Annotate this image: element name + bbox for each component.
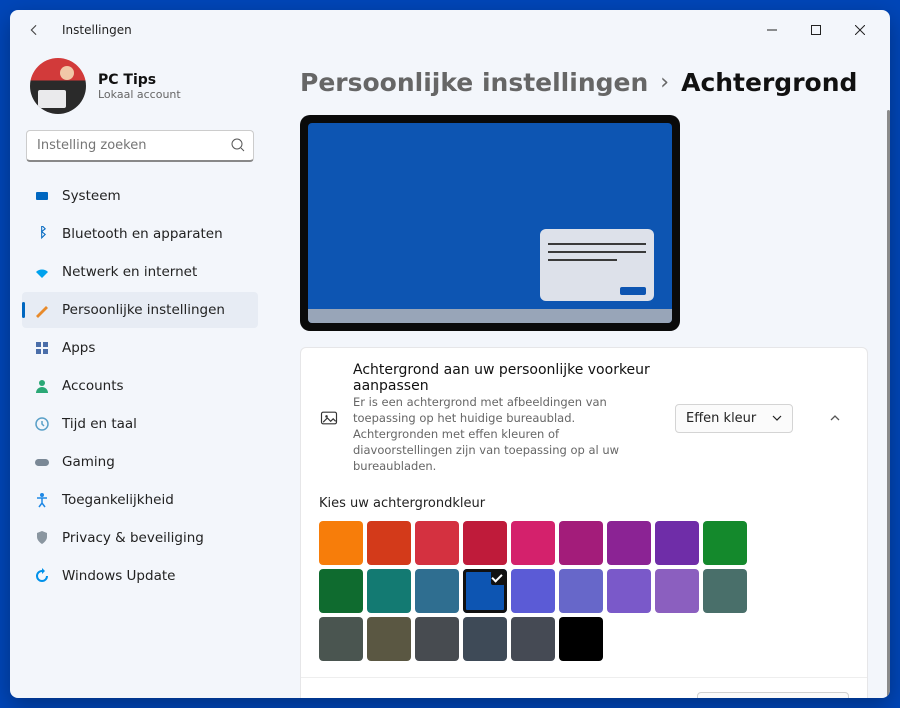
chevron-down-icon <box>772 413 782 423</box>
sidebar-item-label: Windows Update <box>62 568 175 584</box>
breadcrumb: Persoonlijke instellingen › Achtergrond <box>300 50 868 107</box>
sidebar-item-bluetooth[interactable]: Bluetooth en apparaten <box>22 216 258 252</box>
color-swatch[interactable] <box>415 521 459 565</box>
sidebar-item-time[interactable]: Tijd en taal <box>22 406 258 442</box>
sidebar-item-label: Bluetooth en apparaten <box>62 226 223 242</box>
color-swatch[interactable] <box>319 617 363 661</box>
gaming-icon <box>34 454 50 470</box>
avatar <box>30 58 86 114</box>
accessibility-icon <box>34 492 50 508</box>
color-swatch[interactable] <box>559 521 603 565</box>
color-swatch[interactable] <box>463 569 507 613</box>
sidebar: PC Tips Lokaal account Systeem Bluetooth … <box>10 50 270 698</box>
sidebar-item-label: Toegankelijkheid <box>62 492 174 508</box>
sidebar-item-network[interactable]: Netwerk en internet <box>22 254 258 290</box>
sidebar-item-system[interactable]: Systeem <box>22 178 258 214</box>
sidebar-item-update[interactable]: Windows Update <box>22 558 258 594</box>
color-swatch[interactable] <box>511 569 555 613</box>
sidebar-item-label: Accounts <box>62 378 124 394</box>
sidebar-item-label: Privacy & beveiliging <box>62 530 204 546</box>
titlebar: Instellingen <box>10 10 890 50</box>
back-button[interactable] <box>18 14 50 46</box>
system-icon <box>34 188 50 204</box>
minimize-icon <box>767 25 777 35</box>
maximize-button[interactable] <box>794 14 838 46</box>
bluetooth-icon <box>34 226 50 242</box>
color-swatch[interactable] <box>319 569 363 613</box>
color-section-label: Kies uw achtergrondkleur <box>301 488 867 517</box>
chevron-up-icon <box>829 412 841 424</box>
sidebar-item-label: Netwerk en internet <box>62 264 197 280</box>
desktop-preview <box>300 115 680 331</box>
sidebar-item-accounts[interactable]: Accounts <box>22 368 258 404</box>
color-swatch[interactable] <box>415 569 459 613</box>
show-colors-button[interactable]: Kleuren weergeven <box>697 692 849 698</box>
color-swatch[interactable] <box>703 569 747 613</box>
preview-window-icon <box>540 229 654 301</box>
close-icon <box>855 25 865 35</box>
picture-icon <box>319 408 339 428</box>
color-swatch[interactable] <box>607 521 651 565</box>
sidebar-item-label: Apps <box>62 340 95 356</box>
time-icon <box>34 416 50 432</box>
nav-list: Systeem Bluetooth en apparaten Netwerk en … <box>22 178 258 594</box>
close-button[interactable] <box>838 14 882 46</box>
sidebar-item-accessibility[interactable]: Toegankelijkheid <box>22 482 258 518</box>
maximize-icon <box>811 25 821 35</box>
color-swatch[interactable] <box>463 521 507 565</box>
sidebar-item-apps[interactable]: Apps <box>22 330 258 366</box>
color-swatch[interactable] <box>415 617 459 661</box>
color-swatch[interactable] <box>607 569 651 613</box>
color-swatch[interactable] <box>463 617 507 661</box>
search-input[interactable] <box>26 130 254 162</box>
color-swatch[interactable] <box>367 569 411 613</box>
color-swatch[interactable] <box>367 521 411 565</box>
sidebar-item-label: Tijd en taal <box>62 416 137 432</box>
privacy-icon <box>34 530 50 546</box>
collapse-button[interactable] <box>821 404 849 432</box>
color-swatch[interactable] <box>703 521 747 565</box>
sidebar-item-label: Systeem <box>62 188 121 204</box>
personalize-icon <box>34 302 50 318</box>
sidebar-item-privacy[interactable]: Privacy & beveiliging <box>22 520 258 556</box>
user-block[interactable]: PC Tips Lokaal account <box>22 50 258 130</box>
search-icon <box>230 137 246 153</box>
background-type-dropdown[interactable]: Effen kleur <box>675 404 793 433</box>
color-grid <box>301 517 867 677</box>
user-subtitle: Lokaal account <box>98 88 181 101</box>
settings-window: Instellingen PC Tips Lokaal account Syst… <box>10 10 890 698</box>
color-swatch[interactable] <box>511 521 555 565</box>
scrollbar[interactable] <box>887 110 890 698</box>
color-swatch[interactable] <box>559 617 603 661</box>
main-content: Persoonlijke instellingen › Achtergrond <box>270 50 890 698</box>
window-controls <box>750 14 882 46</box>
color-swatch[interactable] <box>319 521 363 565</box>
color-swatch[interactable] <box>559 569 603 613</box>
card-description: Er is een achtergrond met afbeeldingen v… <box>353 394 661 474</box>
background-card: Achtergrond aan uw persoonlijke voorkeur… <box>300 347 868 698</box>
user-name: PC Tips <box>98 72 181 88</box>
dropdown-value: Effen kleur <box>686 411 756 426</box>
breadcrumb-parent[interactable]: Persoonlijke instellingen <box>300 68 648 97</box>
arrow-left-icon <box>27 23 41 37</box>
network-icon <box>34 264 50 280</box>
breadcrumb-current: Achtergrond <box>681 68 857 97</box>
apps-icon <box>34 340 50 356</box>
sidebar-item-gaming[interactable]: Gaming <box>22 444 258 480</box>
sidebar-item-label: Persoonlijke instellingen <box>62 302 225 318</box>
card-title: Achtergrond aan uw persoonlijke voorkeur… <box>353 362 661 394</box>
color-swatch[interactable] <box>511 617 555 661</box>
chevron-right-icon: › <box>660 70 669 95</box>
color-swatch[interactable] <box>655 569 699 613</box>
sidebar-item-personalize[interactable]: Persoonlijke instellingen <box>22 292 258 328</box>
update-icon <box>34 568 50 584</box>
color-swatch[interactable] <box>655 521 699 565</box>
accounts-icon <box>34 378 50 394</box>
sidebar-item-label: Gaming <box>62 454 115 470</box>
color-swatch[interactable] <box>367 617 411 661</box>
app-title: Instellingen <box>62 23 132 37</box>
minimize-button[interactable] <box>750 14 794 46</box>
